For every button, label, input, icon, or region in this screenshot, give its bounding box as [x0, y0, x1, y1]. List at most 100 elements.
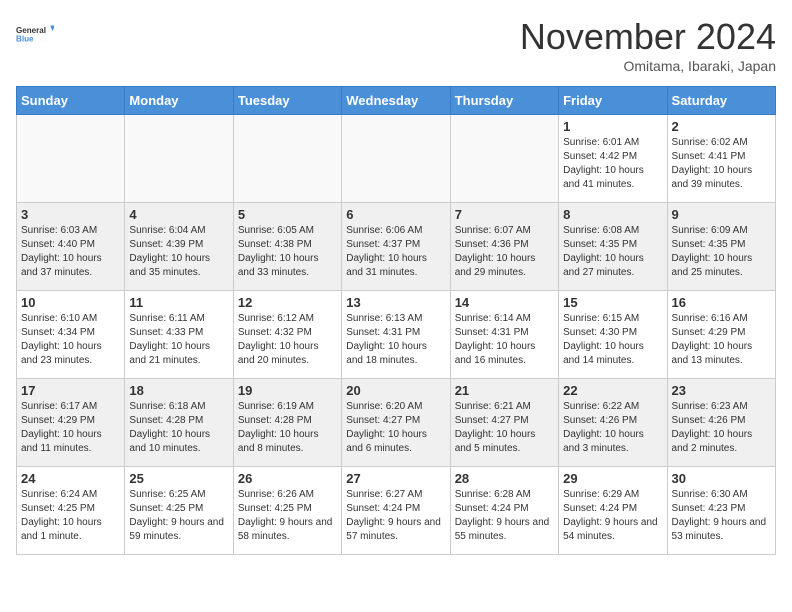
cal-cell: 3 Sunrise: 6:03 AM Sunset: 4:40 PM Daylig…	[17, 203, 125, 291]
day-info: Sunrise: 6:02 AM Sunset: 4:41 PM Dayligh…	[672, 136, 771, 192]
day-number: 19	[238, 383, 337, 398]
day-number: 27	[346, 471, 445, 486]
day-info: Sunrise: 6:27 AM Sunset: 4:24 PM Dayligh…	[346, 488, 445, 544]
cal-cell: 20 Sunrise: 6:20 AM Sunset: 4:27 PM Dayli…	[342, 379, 450, 467]
day-number: 21	[455, 383, 554, 398]
cal-cell	[233, 115, 341, 203]
day-info: Sunrise: 6:09 AM Sunset: 4:35 PM Dayligh…	[672, 224, 771, 280]
day-info: Sunrise: 6:07 AM Sunset: 4:36 PM Dayligh…	[455, 224, 554, 280]
cal-cell: 17 Sunrise: 6:17 AM Sunset: 4:29 PM Dayli…	[17, 379, 125, 467]
cal-cell: 25 Sunrise: 6:25 AM Sunset: 4:25 PM Dayli…	[125, 467, 233, 555]
day-number: 24	[21, 471, 120, 486]
cal-cell	[17, 115, 125, 203]
calendar-table: SundayMondayTuesdayWednesdayThursdayFrid…	[16, 86, 776, 555]
logo: General Blue	[16, 16, 54, 54]
day-number: 23	[672, 383, 771, 398]
cal-cell: 23 Sunrise: 6:23 AM Sunset: 4:26 PM Dayli…	[667, 379, 775, 467]
day-number: 4	[129, 207, 228, 222]
location-subtitle: Omitama, Ibaraki, Japan	[520, 58, 776, 74]
col-header-sunday: Sunday	[17, 87, 125, 115]
day-number: 10	[21, 295, 120, 310]
cal-cell: 9Sunrise: 6:09 AM Sunset: 4:35 PM Daylig…	[667, 203, 775, 291]
day-info: Sunrise: 6:13 AM Sunset: 4:31 PM Dayligh…	[346, 312, 445, 368]
cal-cell: 30 Sunrise: 6:30 AM Sunset: 4:23 PM Dayli…	[667, 467, 775, 555]
col-header-saturday: Saturday	[667, 87, 775, 115]
cal-cell: 18 Sunrise: 6:18 AM Sunset: 4:28 PM Dayli…	[125, 379, 233, 467]
day-info: Sunrise: 6:12 AM Sunset: 4:32 PM Dayligh…	[238, 312, 337, 368]
cal-cell: 19 Sunrise: 6:19 AM Sunset: 4:28 PM Dayli…	[233, 379, 341, 467]
day-info: Sunrise: 6:05 AM Sunset: 4:38 PM Dayligh…	[238, 224, 337, 280]
logo-svg: General Blue	[16, 16, 54, 54]
cal-cell: 11Sunrise: 6:11 AM Sunset: 4:33 PM Dayli…	[125, 291, 233, 379]
day-info: Sunrise: 6:06 AM Sunset: 4:37 PM Dayligh…	[346, 224, 445, 280]
day-number: 5	[238, 207, 337, 222]
day-number: 2	[672, 119, 771, 134]
day-info: Sunrise: 6:26 AM Sunset: 4:25 PM Dayligh…	[238, 488, 337, 544]
day-number: 13	[346, 295, 445, 310]
day-number: 8	[563, 207, 662, 222]
day-info: Sunrise: 6:10 AM Sunset: 4:34 PM Dayligh…	[21, 312, 120, 368]
day-info: Sunrise: 6:15 AM Sunset: 4:30 PM Dayligh…	[563, 312, 662, 368]
day-info: Sunrise: 6:20 AM Sunset: 4:27 PM Dayligh…	[346, 400, 445, 456]
day-number: 17	[21, 383, 120, 398]
day-number: 20	[346, 383, 445, 398]
day-info: Sunrise: 6:03 AM Sunset: 4:40 PM Dayligh…	[21, 224, 120, 280]
cal-cell: 2 Sunrise: 6:02 AM Sunset: 4:41 PM Daylig…	[667, 115, 775, 203]
title-block: November 2024 Omitama, Ibaraki, Japan	[520, 16, 776, 74]
cal-cell	[125, 115, 233, 203]
cal-cell: 12Sunrise: 6:12 AM Sunset: 4:32 PM Dayli…	[233, 291, 341, 379]
cal-cell: 8 Sunrise: 6:08 AM Sunset: 4:35 PM Daylig…	[559, 203, 667, 291]
cal-cell: 28 Sunrise: 6:28 AM Sunset: 4:24 PM Dayli…	[450, 467, 558, 555]
day-number: 15	[563, 295, 662, 310]
col-header-thursday: Thursday	[450, 87, 558, 115]
day-number: 28	[455, 471, 554, 486]
cal-cell	[450, 115, 558, 203]
svg-text:General: General	[16, 26, 46, 35]
day-info: Sunrise: 6:22 AM Sunset: 4:26 PM Dayligh…	[563, 400, 662, 456]
page-header: General Blue November 2024 Omitama, Ibar…	[16, 16, 776, 74]
day-info: Sunrise: 6:19 AM Sunset: 4:28 PM Dayligh…	[238, 400, 337, 456]
cal-cell	[342, 115, 450, 203]
cal-cell: 10 Sunrise: 6:10 AM Sunset: 4:34 PM Dayli…	[17, 291, 125, 379]
day-info: Sunrise: 6:18 AM Sunset: 4:28 PM Dayligh…	[129, 400, 228, 456]
cal-cell: 26 Sunrise: 6:26 AM Sunset: 4:25 PM Dayli…	[233, 467, 341, 555]
col-header-tuesday: Tuesday	[233, 87, 341, 115]
day-info: Sunrise: 6:25 AM Sunset: 4:25 PM Dayligh…	[129, 488, 228, 544]
cal-cell: 15 Sunrise: 6:15 AM Sunset: 4:30 PM Dayli…	[559, 291, 667, 379]
day-info: Sunrise: 6:30 AM Sunset: 4:23 PM Dayligh…	[672, 488, 771, 544]
day-info: Sunrise: 6:08 AM Sunset: 4:35 PM Dayligh…	[563, 224, 662, 280]
day-number: 6	[346, 207, 445, 222]
day-number: 1	[563, 119, 662, 134]
day-number: 26	[238, 471, 337, 486]
cal-cell: 22 Sunrise: 6:22 AM Sunset: 4:26 PM Dayli…	[559, 379, 667, 467]
day-info: Sunrise: 6:23 AM Sunset: 4:26 PM Dayligh…	[672, 400, 771, 456]
day-number: 3	[21, 207, 120, 222]
day-number: 25	[129, 471, 228, 486]
day-number: 18	[129, 383, 228, 398]
cal-cell: 6 Sunrise: 6:06 AM Sunset: 4:37 PM Daylig…	[342, 203, 450, 291]
day-info: Sunrise: 6:14 AM Sunset: 4:31 PM Dayligh…	[455, 312, 554, 368]
day-info: Sunrise: 6:01 AM Sunset: 4:42 PM Dayligh…	[563, 136, 662, 192]
day-info: Sunrise: 6:24 AM Sunset: 4:25 PM Dayligh…	[21, 488, 120, 544]
cal-cell: 27 Sunrise: 6:27 AM Sunset: 4:24 PM Dayli…	[342, 467, 450, 555]
day-number: 14	[455, 295, 554, 310]
day-info: Sunrise: 6:21 AM Sunset: 4:27 PM Dayligh…	[455, 400, 554, 456]
day-info: Sunrise: 6:04 AM Sunset: 4:39 PM Dayligh…	[129, 224, 228, 280]
cal-cell: 24 Sunrise: 6:24 AM Sunset: 4:25 PM Dayli…	[17, 467, 125, 555]
day-number: 29	[563, 471, 662, 486]
day-number: 22	[563, 383, 662, 398]
day-info: Sunrise: 6:29 AM Sunset: 4:24 PM Dayligh…	[563, 488, 662, 544]
day-number: 30	[672, 471, 771, 486]
col-header-friday: Friday	[559, 87, 667, 115]
day-info: Sunrise: 6:28 AM Sunset: 4:24 PM Dayligh…	[455, 488, 554, 544]
cal-cell: 13 Sunrise: 6:13 AM Sunset: 4:31 PM Dayli…	[342, 291, 450, 379]
cal-cell: 4 Sunrise: 6:04 AM Sunset: 4:39 PM Daylig…	[125, 203, 233, 291]
day-number: 16	[672, 295, 771, 310]
col-header-wednesday: Wednesday	[342, 87, 450, 115]
svg-text:Blue: Blue	[16, 35, 34, 44]
month-title: November 2024	[520, 16, 776, 58]
day-number: 11	[129, 295, 228, 310]
cal-cell: 7Sunrise: 6:07 AM Sunset: 4:36 PM Daylig…	[450, 203, 558, 291]
cal-cell: 14 Sunrise: 6:14 AM Sunset: 4:31 PM Dayli…	[450, 291, 558, 379]
day-info: Sunrise: 6:17 AM Sunset: 4:29 PM Dayligh…	[21, 400, 120, 456]
